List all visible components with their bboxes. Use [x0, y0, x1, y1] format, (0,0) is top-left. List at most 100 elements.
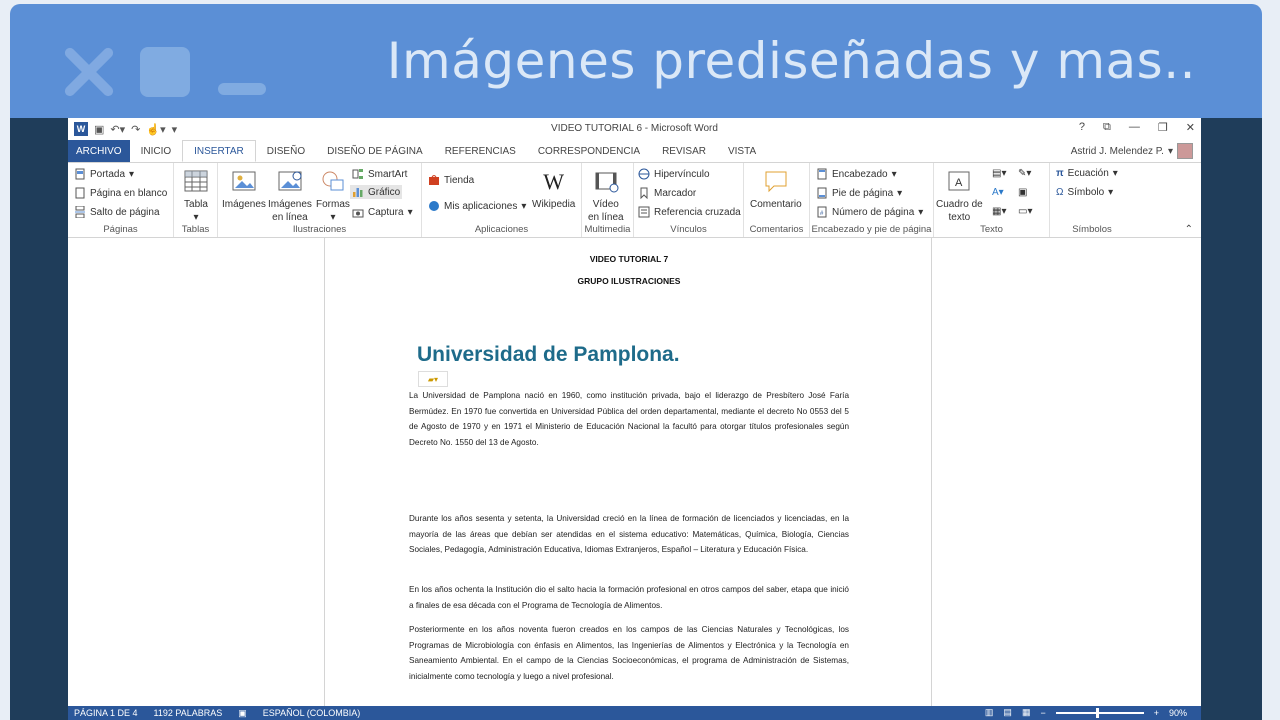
language[interactable]: ESPAÑOL (COLOMBIA) — [263, 708, 361, 718]
print-layout-icon[interactable]: ▤ — [1003, 707, 1012, 718]
cuadro-de-texto-button[interactable]: A Cuadro de texto — [936, 169, 983, 224]
pie-de-pagina-button[interactable]: Pie de página ▾ — [816, 187, 902, 199]
tab-diseno[interactable]: DISEÑO — [256, 140, 316, 162]
comentario-button[interactable]: Comentario — [750, 169, 802, 211]
tab-insertar[interactable]: INSERTAR — [182, 140, 256, 162]
document-page[interactable]: VIDEO TUTORIAL 7 GRUPO ILUSTRACIONES Uni… — [324, 238, 932, 706]
header-icon — [817, 168, 827, 180]
wikipedia-button[interactable]: W Wikipedia — [532, 169, 575, 211]
smartart-icon — [352, 169, 363, 179]
svg-text:A: A — [955, 177, 963, 189]
tab-archivo[interactable]: ARCHIVO — [68, 140, 130, 162]
ecuacion-label: Ecuación — [1067, 168, 1109, 179]
captura-button[interactable]: Captura ▾ — [352, 206, 413, 218]
pi-icon: π — [1056, 168, 1064, 179]
tab-diseno-de-pagina[interactable]: DISEÑO DE PÁGINA — [316, 140, 434, 162]
encabezado-button[interactable]: Encabezado ▾ — [816, 168, 897, 180]
quick-parts-button[interactable]: ▤▾ — [992, 168, 1006, 179]
numero-de-pagina-button[interactable]: # Número de página ▾ — [816, 206, 923, 218]
close-button[interactable]: ✕ — [1186, 121, 1195, 134]
imagenes-en-linea-label-2: en línea — [272, 212, 308, 223]
mis-aplicaciones-button[interactable]: Mis aplicaciones ▾ — [428, 200, 526, 212]
zoom-in-button[interactable]: + — [1154, 708, 1159, 718]
imagenes-button[interactable]: Imágenes — [222, 169, 266, 211]
user-account[interactable]: Astrid J. Melendez P. ▾ — [1071, 143, 1193, 159]
zoom-out-button[interactable]: − — [1040, 708, 1045, 718]
tab-revisar[interactable]: REVISAR — [651, 140, 717, 162]
chart-icon — [353, 188, 363, 197]
proofing-icon[interactable]: ▣ — [238, 708, 247, 719]
chevron-down-icon: ▾ — [1167, 145, 1173, 157]
tab-vista[interactable]: VISTA — [717, 140, 767, 162]
imagenes-label: Imágenes — [222, 199, 266, 210]
signature-line-button[interactable]: ✎▾ — [1018, 168, 1031, 179]
restore-button[interactable]: ❐ — [1158, 121, 1168, 134]
tab-inicio[interactable]: INICIO — [130, 140, 183, 162]
maximize-icon — [140, 47, 190, 97]
document-heading-2: GRUPO ILUSTRACIONES — [577, 276, 681, 286]
hipervinculo-button[interactable]: Hipervínculo — [638, 168, 710, 180]
wordart-button[interactable]: A▾ — [992, 187, 1004, 198]
zoom-slider[interactable] — [1055, 707, 1144, 718]
group-label-multimedia: Multimedia — [584, 224, 631, 235]
date-time-icon: ▣ — [1018, 187, 1028, 198]
read-mode-icon[interactable]: ▥ — [985, 707, 994, 718]
pagina-en-blanco-button[interactable]: Página en blanco — [74, 187, 167, 199]
group-label-comentarios: Comentarios — [749, 224, 804, 235]
ecuacion-button[interactable]: π Ecuación ▾ — [1056, 168, 1118, 179]
zoom-slider-thumb[interactable] — [1095, 707, 1099, 718]
zoom-level[interactable]: 90% — [1169, 708, 1187, 718]
group-label-paginas: Páginas — [103, 224, 138, 235]
formas-button[interactable]: Formas ▾ — [316, 169, 350, 224]
formas-label: Formas — [316, 199, 350, 210]
bookmark-icon — [640, 187, 648, 199]
chevron-down-icon: ▾ — [521, 200, 527, 212]
salto-de-pagina-label: Salto de página — [90, 206, 160, 218]
tienda-label: Tienda — [444, 174, 475, 186]
imagenes-en-linea-button[interactable]: Imágenes en línea — [268, 169, 312, 224]
chevron-down-icon: ▾ — [330, 212, 336, 223]
chevron-down-icon: ▾ — [891, 168, 897, 180]
drop-cap-icon: ▦▾ — [992, 206, 1007, 217]
signature-line-icon: ✎▾ — [1018, 168, 1032, 179]
smartart-button[interactable]: SmartArt — [352, 168, 407, 180]
portada-button[interactable]: Portada ▾ — [74, 168, 134, 180]
ribbon-display-options-icon[interactable]: ⧉ — [1103, 121, 1111, 134]
tab-correspondencia[interactable]: CORRESPONDENCIA — [527, 140, 651, 162]
tienda-button[interactable]: Tienda — [428, 174, 474, 186]
paragraph-3: En los años ochenta la Institución dio e… — [409, 585, 849, 610]
group-paginas: Portada ▾ Página en blanco Salto de págin… — [68, 163, 174, 237]
salto-de-pagina-button[interactable]: Salto de página — [74, 206, 160, 218]
tab-referencias[interactable]: REFERENCIAS — [434, 140, 527, 162]
marcador-label: Marcador — [654, 187, 697, 199]
grafico-button[interactable]: Gráfico — [350, 185, 403, 199]
page-count[interactable]: PÁGINA 1 DE 4 — [74, 708, 138, 718]
word-count[interactable]: 1192 PALABRAS — [154, 708, 223, 718]
web-layout-icon[interactable]: ▦ — [1022, 707, 1031, 718]
pie-de-pagina-label: Pie de página — [832, 187, 894, 199]
ribbon-insertar: Portada ▾ Página en blanco Salto de págin… — [68, 162, 1201, 238]
minimize-button[interactable]: — — [1129, 121, 1140, 134]
simbolo-button[interactable]: Ω Símbolo ▾ — [1056, 187, 1113, 198]
chevron-down-icon: ▾ — [918, 206, 924, 218]
collapse-ribbon-icon[interactable]: ⌃ — [1185, 224, 1193, 235]
drop-cap-button[interactable]: ▦▾ — [992, 206, 1006, 217]
referencia-cruzada-button[interactable]: Referencia cruzada — [638, 206, 741, 218]
object-button[interactable]: ▭▾ — [1018, 206, 1032, 217]
help-button[interactable]: ? — [1079, 121, 1085, 134]
video-en-linea-button[interactable]: Vídeo en línea — [588, 169, 624, 224]
date-time-button[interactable]: ▣ — [1018, 187, 1027, 198]
chevron-down-icon: ▾ — [407, 206, 413, 218]
object-icon: ▭▾ — [1018, 206, 1033, 217]
group-tablas: Tabla ▾ Tablas — [174, 163, 218, 237]
frame-left-border — [10, 118, 68, 720]
status-right: ▥ ▤ ▦ − + 90% — [985, 707, 1187, 718]
captura-label: Captura — [368, 206, 404, 218]
title-bar: W ▣ ↶▾ ↷ ☝▾ ▾ VIDEO TUTORIAL 6 - Microso… — [68, 118, 1201, 140]
marcador-button[interactable]: Marcador — [638, 187, 696, 199]
tabla-button[interactable]: Tabla ▾ — [182, 169, 210, 224]
paste-options-button[interactable]: ▰▾ — [418, 371, 448, 387]
video-label-2: en línea — [588, 212, 624, 223]
frame-right-edge — [1262, 0, 1280, 720]
page-break-icon — [75, 206, 85, 218]
